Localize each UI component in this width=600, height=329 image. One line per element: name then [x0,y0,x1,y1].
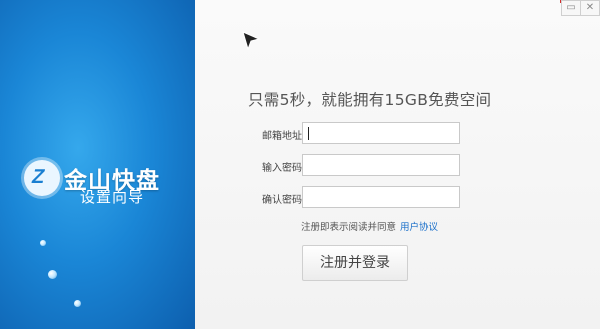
logo-letter: Z [29,166,47,188]
agreement-notice: 注册即表示阅读并同意 用户协议 [301,219,438,233]
water-drop-icon [48,270,57,279]
register-login-button[interactable]: 注册并登录 [302,245,408,281]
user-agreement-link[interactable]: 用户协议 [400,222,438,233]
email-field[interactable] [302,122,460,144]
headline: 只需5秒，就能拥有15GB免费空间 [248,91,492,109]
sidebar: Z 金山快盘 设置向导 [0,0,195,329]
agreement-text: 注册即表示阅读并同意 [301,222,397,233]
kuaipan-logo-icon: Z [24,160,60,196]
password-label: 输入密码: [262,163,306,174]
close-button[interactable]: ✕ [580,0,600,16]
mouse-cursor-icon [242,31,261,51]
password-field[interactable] [302,154,460,176]
water-drop-icon [40,240,46,246]
window-controls: ▭ ✕ [561,0,600,18]
email-label: 邮箱地址: [262,131,306,142]
wizard-subtitle: 设置向导 [80,188,145,206]
confirm-password-field[interactable] [302,186,460,208]
water-drop-icon [74,300,81,307]
minimize-button[interactable]: ▭ [561,0,581,16]
confirm-password-label: 确认密码: [262,195,306,206]
text-caret [308,127,309,140]
